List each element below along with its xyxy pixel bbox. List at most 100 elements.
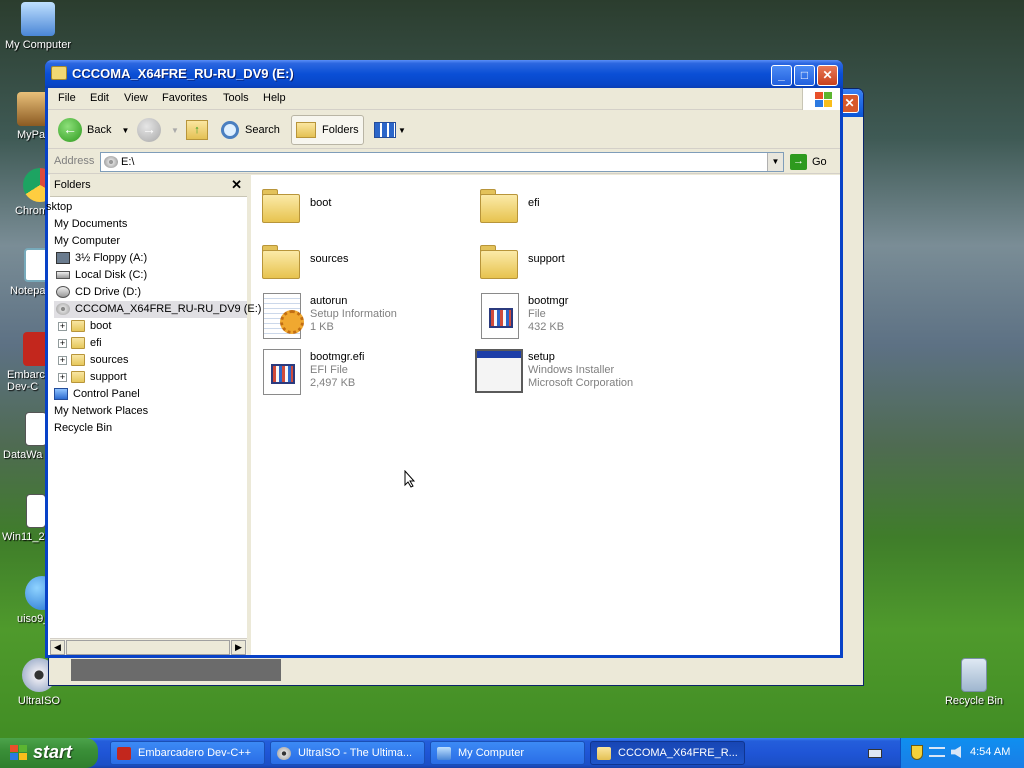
folder-icon xyxy=(71,320,85,333)
tree-item-efi[interactable]: + efi xyxy=(58,335,102,352)
menu-favorites[interactable]: Favorites xyxy=(162,92,207,104)
search-button[interactable]: Search xyxy=(221,115,280,145)
start-button[interactable]: start xyxy=(0,738,98,768)
security-shield-icon[interactable] xyxy=(911,745,923,760)
file-name: boot xyxy=(310,197,332,209)
taskbar-item-my-computer[interactable]: My Computer xyxy=(430,741,585,765)
go-label: Go xyxy=(812,156,827,168)
file-item-boot[interactable]: boot xyxy=(257,181,467,235)
tree-item-cd-drive[interactable]: CD Drive (D:) xyxy=(56,284,141,301)
desktop-icon-my-computer[interactable]: My Computer xyxy=(0,2,78,51)
background-window-panel xyxy=(71,659,281,681)
tree-label: My Documents xyxy=(54,218,128,230)
tree-item-floppy[interactable]: 3½ Floppy (A:) xyxy=(56,250,147,267)
file-item-support[interactable]: support xyxy=(475,237,685,291)
maximize-button[interactable]: □ xyxy=(794,65,815,86)
file-item-setup[interactable]: setup Windows Installer Microsoft Corpor… xyxy=(475,349,685,403)
devcpp-icon xyxy=(117,747,131,760)
taskbar-item-explorer[interactable]: CCCOMA_X64FRE_R... xyxy=(590,741,745,765)
forward-button[interactable]: → ▼ xyxy=(137,115,179,145)
tree-item-sources[interactable]: + sources xyxy=(58,352,129,369)
tree-item-my-computer[interactable]: My Computer xyxy=(54,233,120,250)
views-dropdown-icon: ▼ xyxy=(398,125,406,135)
drive-icon xyxy=(104,156,118,168)
file-item-bootmgr-efi[interactable]: bootmgr.efi EFI File 2,497 KB xyxy=(257,349,467,403)
address-input[interactable]: E:\ ▼ xyxy=(100,152,784,172)
expand-icon[interactable]: + xyxy=(58,355,67,365)
folders-label: Folders xyxy=(322,124,359,136)
menu-view[interactable]: View xyxy=(124,92,148,104)
menu-help[interactable]: Help xyxy=(263,92,286,104)
tree-item-local-disk[interactable]: Local Disk (C:) xyxy=(56,267,147,284)
file-type: Windows Installer xyxy=(528,364,615,376)
task-label: Embarcadero Dev-C++ xyxy=(138,747,252,759)
disc-icon xyxy=(277,747,291,760)
scroll-left-button[interactable]: ◀ xyxy=(50,640,65,655)
tree-label: efi xyxy=(90,337,102,349)
taskbar-item-ultraiso[interactable]: UltraISO - The Ultima... xyxy=(270,741,425,765)
window-titlebar[interactable]: CCCOMA_X64FRE_RU-RU_DV9 (E:) _ □ ✕ xyxy=(45,60,843,88)
close-button[interactable]: ✕ xyxy=(817,65,838,86)
iso-file-icon xyxy=(26,494,46,528)
datawa-icon xyxy=(25,412,47,446)
menu-tools[interactable]: Tools xyxy=(223,92,249,104)
volume-icon[interactable] xyxy=(951,746,961,758)
taskbar-item-devcpp[interactable]: Embarcadero Dev-C++ xyxy=(110,741,265,765)
folders-pane-close-button[interactable]: ✕ xyxy=(231,177,242,193)
folder-icon xyxy=(597,747,611,760)
menu-file[interactable]: File xyxy=(58,92,76,104)
menu-edit[interactable]: Edit xyxy=(90,92,109,104)
tree-item-my-documents[interactable]: My Documents xyxy=(54,216,127,233)
go-button[interactable]: → Go xyxy=(790,152,827,172)
tree-label: CCCOMA_X64FRE_RU-RU_DV9 (E:) xyxy=(75,303,262,315)
tree-item-e-drive[interactable]: CCCOMA_X64FRE_RU-RU_DV9 (E:) xyxy=(54,301,261,318)
folders-button[interactable]: Folders xyxy=(291,115,364,145)
tree-item-network[interactable]: My Network Places xyxy=(54,403,148,420)
desktop-icon-embarcadero[interactable]: Embarca Dev-C xyxy=(7,332,57,393)
address-dropdown-button[interactable]: ▼ xyxy=(767,153,783,171)
file-list: boot efi sources support autorun Setup I… xyxy=(253,175,839,655)
scroll-right-button[interactable]: ▶ xyxy=(231,640,246,655)
back-dropdown-icon[interactable]: ▼ xyxy=(121,126,129,135)
tree-item-boot[interactable]: + boot xyxy=(58,318,111,335)
horizontal-scrollbar[interactable]: ◀ ▶ xyxy=(50,638,247,655)
cd-drive-icon xyxy=(56,286,70,299)
tree-item-recycle-bin[interactable]: Recycle Bin xyxy=(54,420,112,437)
expand-icon[interactable]: + xyxy=(58,321,67,331)
file-type: Setup Information xyxy=(310,308,397,320)
windows-logo-icon xyxy=(802,88,840,110)
network-icon[interactable] xyxy=(929,747,945,757)
forward-dropdown-icon[interactable]: ▼ xyxy=(171,126,179,135)
forward-arrow-icon: → xyxy=(137,118,161,142)
up-folder-button[interactable]: ↑ xyxy=(186,115,208,145)
back-button[interactable]: ← Back ▼ xyxy=(58,115,129,145)
views-button[interactable]: ▼ xyxy=(374,115,406,145)
file-item-bootmgr[interactable]: bootmgr File 432 KB xyxy=(475,293,685,347)
scroll-thumb[interactable] xyxy=(66,640,230,655)
tree-item-support[interactable]: + support xyxy=(58,369,127,386)
tree-item-control-panel[interactable]: Control Panel xyxy=(54,386,140,403)
keyboard-icon[interactable] xyxy=(868,749,882,758)
file-name: efi xyxy=(528,197,540,209)
desktop-icon-recycle-bin[interactable]: Recycle Bin xyxy=(934,658,1014,707)
file-company: Microsoft Corporation xyxy=(528,377,634,389)
file-name: autorun xyxy=(310,295,348,307)
system-tray: 4:54 AM xyxy=(900,738,1024,768)
expand-icon[interactable]: + xyxy=(58,372,67,382)
tree-label: My Network Places xyxy=(54,405,149,417)
tree-label: boot xyxy=(90,320,112,332)
file-item-autorun[interactable]: autorun Setup Information 1 KB xyxy=(257,293,467,347)
tree-label: sktop xyxy=(46,201,73,213)
tree-label: Control Panel xyxy=(73,388,140,400)
tree-item-desktop[interactable]: sktop xyxy=(46,199,72,216)
folder-icon xyxy=(480,189,518,223)
desktop-icon-label: Recycle Bin xyxy=(944,695,1004,707)
clock[interactable]: 4:54 AM xyxy=(970,746,1010,758)
file-name: support xyxy=(528,253,565,265)
address-bar: Address E:\ ▼ → Go xyxy=(48,150,840,174)
file-item-efi[interactable]: efi xyxy=(475,181,685,235)
expand-icon[interactable]: + xyxy=(58,338,67,348)
minimize-button[interactable]: _ xyxy=(771,65,792,86)
file-item-sources[interactable]: sources xyxy=(257,237,467,291)
search-icon xyxy=(221,121,239,139)
